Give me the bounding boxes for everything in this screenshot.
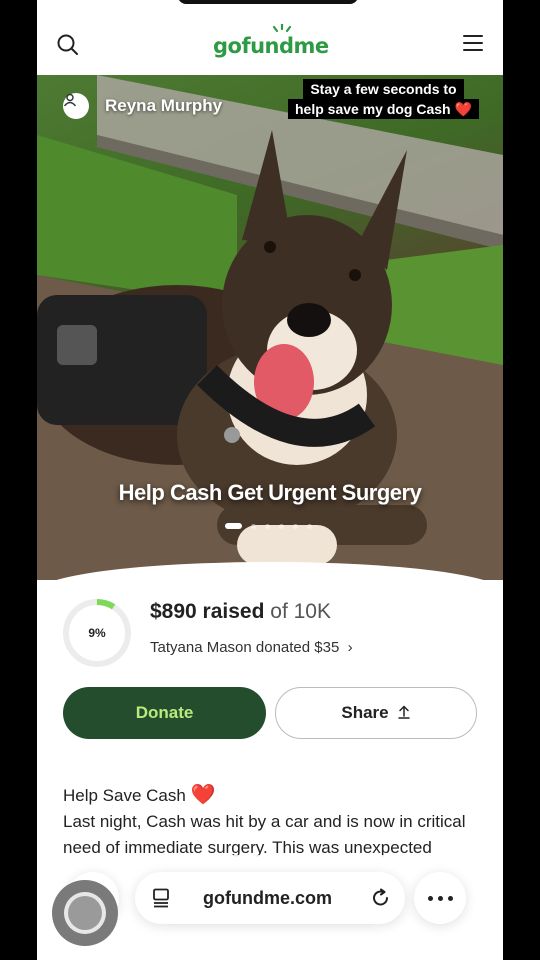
campaign-owner[interactable]: Reyna Murphy [63, 93, 222, 119]
chevron-right-icon: › [343, 639, 353, 656]
caption-line-2: help save my dog Cash ❤️ [288, 99, 479, 119]
share-upload-icon [397, 705, 410, 719]
carousel-dot[interactable] [251, 523, 256, 529]
site-header: gofundme [37, 0, 503, 75]
carousel-dot[interactable] [307, 523, 312, 529]
video-caption: Stay a few seconds to help save my dog C… [288, 79, 479, 119]
carousel-dot[interactable] [293, 523, 298, 529]
share-label: Share [341, 703, 389, 722]
gofundme-logo[interactable]: gofundme [213, 34, 329, 58]
carousel-dot[interactable] [279, 523, 284, 529]
donate-button[interactable]: Donate [63, 687, 266, 739]
address-bar[interactable]: gofundme.com [135, 872, 405, 924]
progress-percent: 9% [88, 626, 106, 640]
tab-icon[interactable] [152, 888, 170, 908]
goal-amount: of 10K [270, 600, 331, 623]
carousel-dots[interactable] [225, 523, 321, 529]
latest-donation-text: Tatyana Mason donated $35 [150, 639, 340, 656]
latest-donation[interactable]: Tatyana Mason donated $35 › [150, 639, 353, 656]
story-body: Last night, Cash was hit by a car and is… [63, 812, 466, 857]
campaign-hero-image[interactable]: Reyna Murphy Stay a few seconds to help … [37, 75, 503, 580]
amount-raised: $890 raised of 10K [150, 600, 331, 624]
share-button[interactable]: Share [275, 687, 477, 739]
hamburger-menu-icon[interactable] [463, 35, 483, 53]
heart-emoji-icon: ❤️ [190, 784, 216, 806]
raised-amount: $890 raised [150, 600, 265, 623]
story-heading: Help Save Cash [63, 786, 186, 805]
url-text[interactable]: gofundme.com [203, 888, 332, 909]
search-icon[interactable] [55, 32, 81, 58]
owner-name: Reyna Murphy [105, 96, 223, 115]
phone-screen: gofundme Reyna Murphy Stay a few seconds… [37, 0, 503, 960]
carousel-dot[interactable] [265, 523, 270, 529]
reload-icon[interactable] [371, 888, 391, 908]
more-dots-icon[interactable] [414, 872, 466, 924]
user-avatar-icon [63, 93, 89, 119]
status-notch [178, 0, 358, 4]
carousel-dot-active[interactable] [225, 523, 242, 529]
campaign-title: Help Cash Get Urgent Surgery [118, 480, 422, 505]
caption-line-1: Stay a few seconds to [303, 79, 464, 99]
campaign-story: Help Save Cash ❤️ Last night, Cash was h… [63, 782, 483, 861]
assistive-touch-button[interactable] [52, 880, 118, 946]
